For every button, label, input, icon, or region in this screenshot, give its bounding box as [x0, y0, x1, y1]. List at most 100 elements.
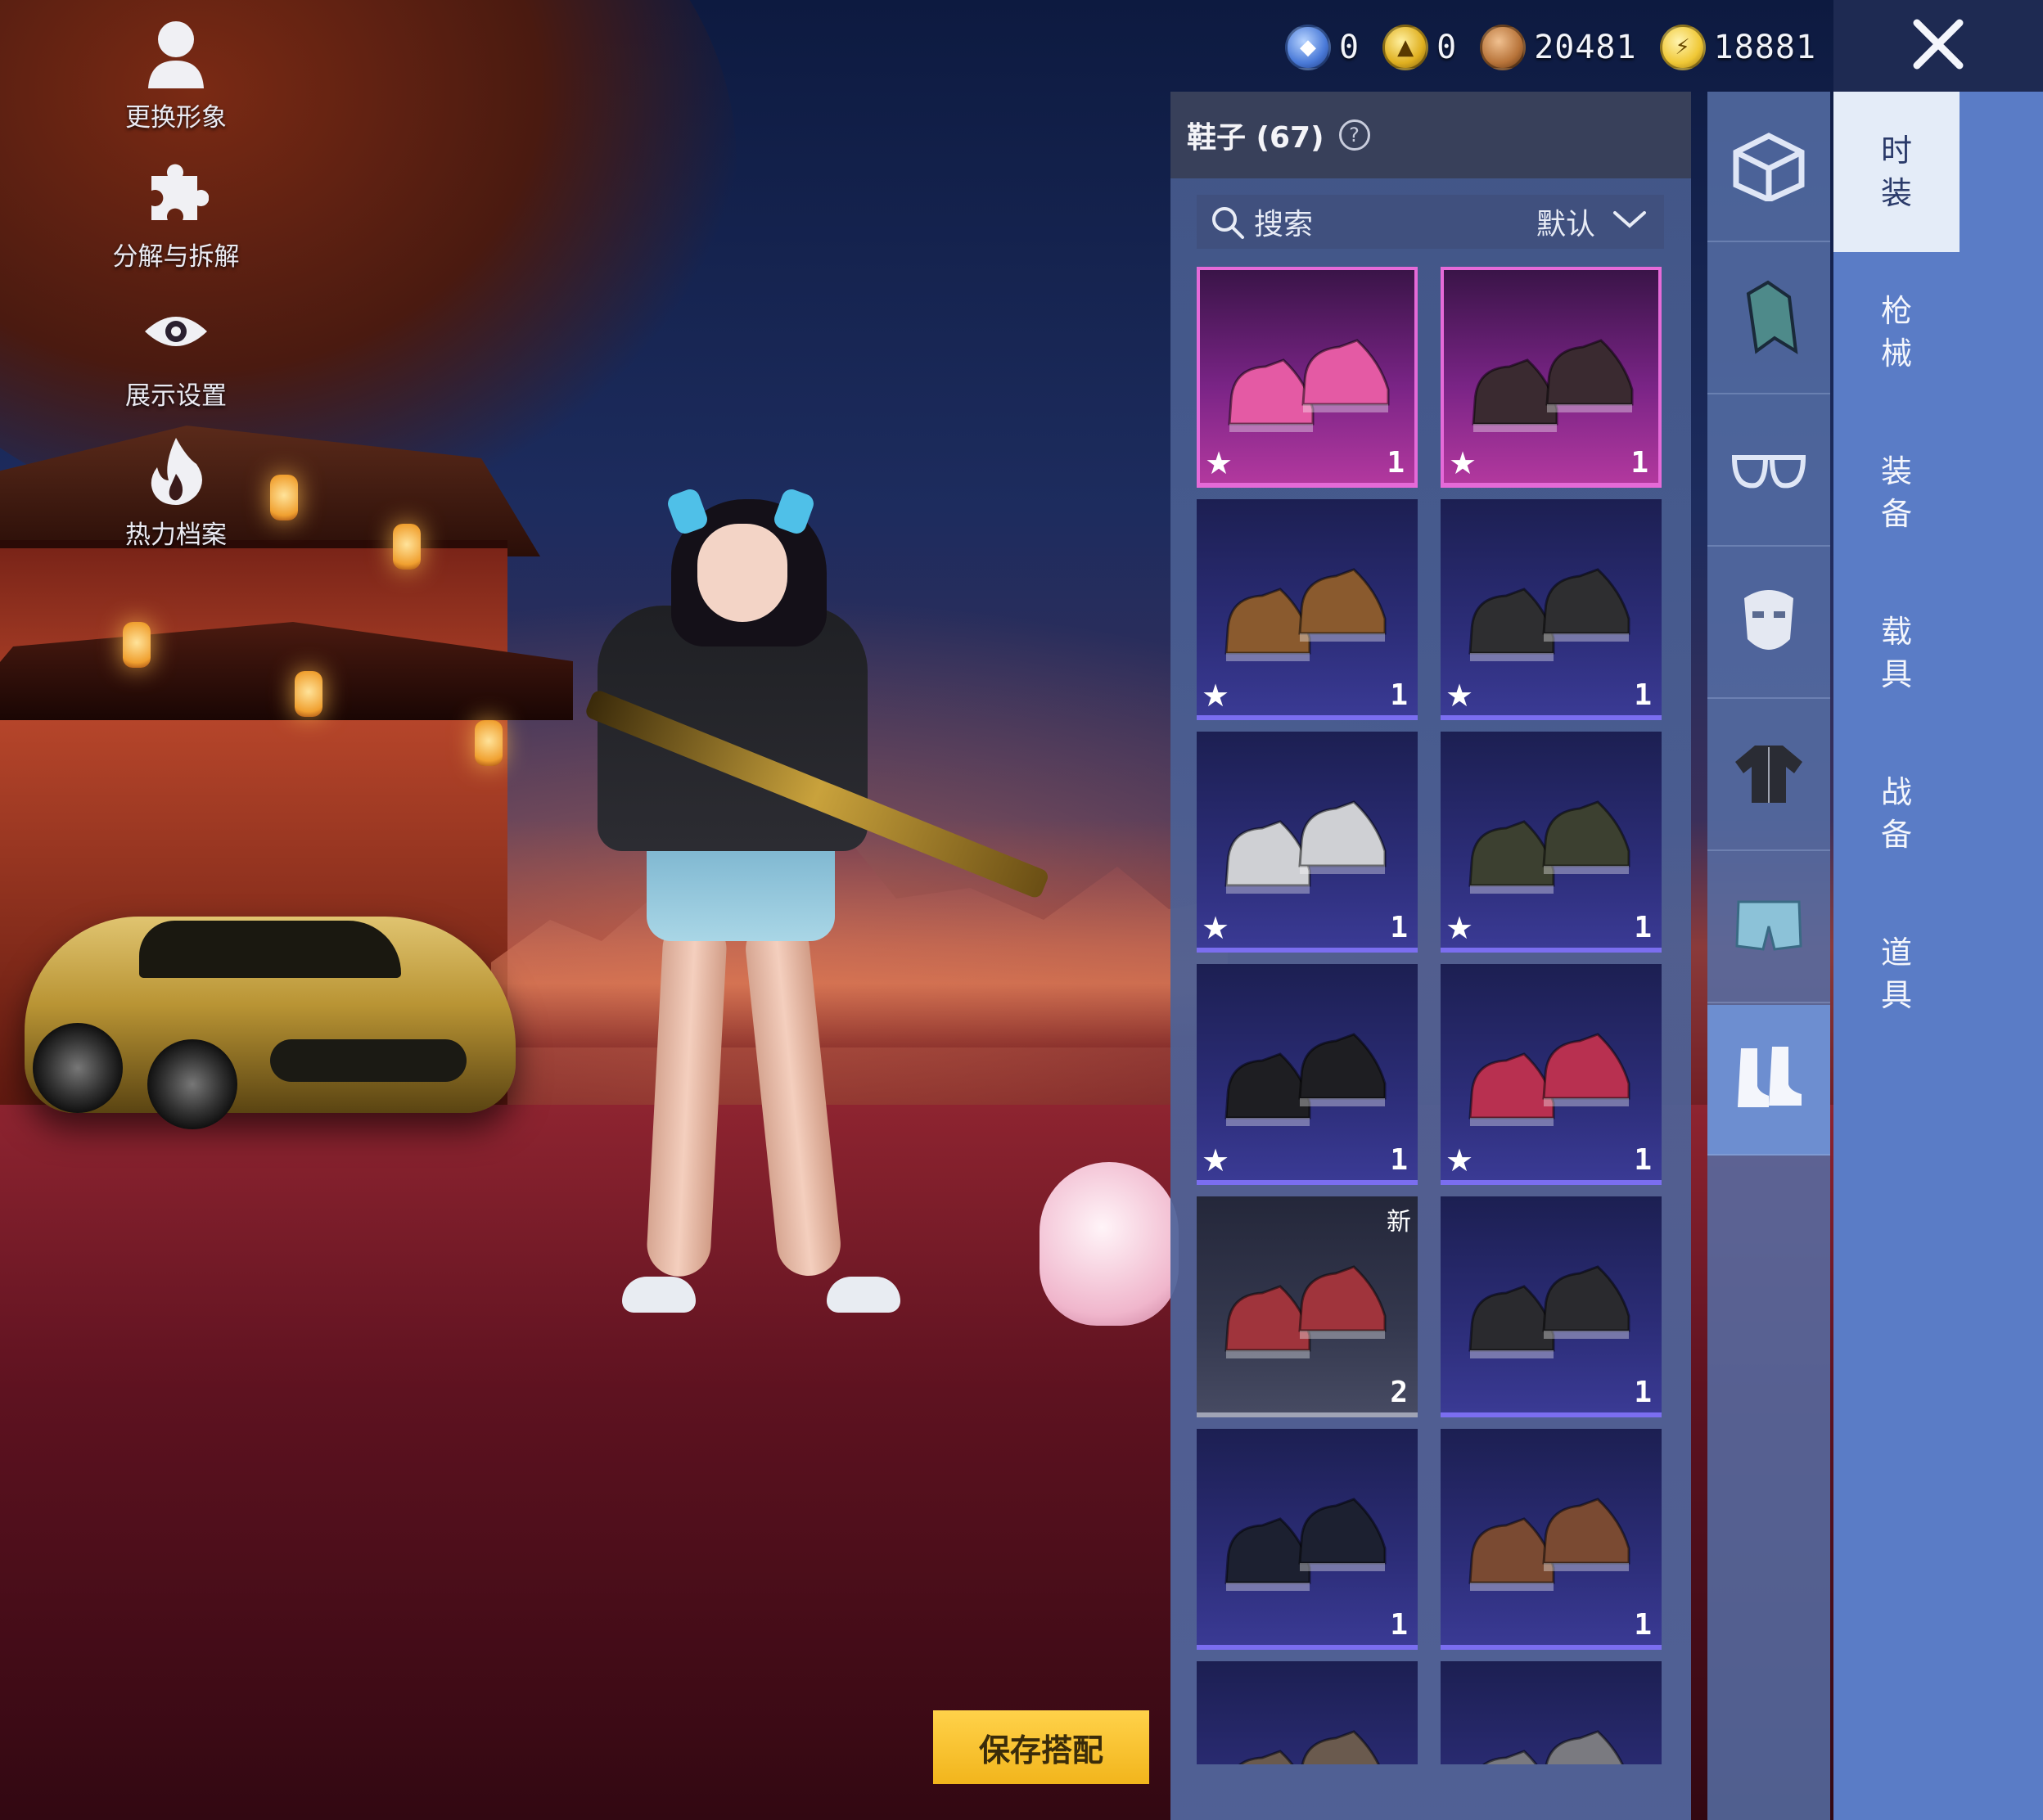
shoe-item-tile[interactable]	[1197, 1661, 1418, 1764]
search-input[interactable]: 搜索	[1197, 195, 1475, 249]
category-backpack[interactable]	[1707, 244, 1830, 394]
panel-title: 鞋子 (67)	[1187, 121, 1324, 155]
favorite-star-icon: ★	[1202, 678, 1230, 714]
category-icon-column	[1707, 92, 1830, 1820]
tab-label: 载具	[1880, 614, 1912, 692]
shoe-image	[1238, 1730, 1380, 1764]
currency-value: 0	[1436, 29, 1458, 66]
change-avatar-button[interactable]: 更换形象	[90, 16, 262, 155]
close-button[interactable]	[1833, 0, 2043, 92]
inventory-panel: 鞋子 (67) ? 搜索 默认 ★ 1 ★ 1 ★ 1 ★ 1 ★ 1 ★ 1 ★ 1 ★ 1 新 2 1 1 1	[1170, 92, 1691, 1820]
help-icon[interactable]: ?	[1338, 119, 1370, 151]
category-shoes[interactable]	[1707, 1005, 1830, 1156]
shoe-item-tile[interactable]: ★ 1	[1441, 964, 1662, 1185]
favorite-star-icon: ★	[1445, 910, 1474, 946]
item-count: 1	[1630, 446, 1648, 480]
item-count: 1	[1390, 1143, 1408, 1177]
tab-label: 装备	[1880, 453, 1912, 532]
heat-archive-label: 热力档案	[125, 520, 227, 550]
shoe-item-tile[interactable]: 1	[1441, 1429, 1662, 1650]
currency-blue-token[interactable]: ◆ 0	[1285, 25, 1360, 70]
shoe-item-tile[interactable]: ★ 1	[1197, 732, 1418, 953]
shoe-item-tile[interactable]	[1441, 1661, 1662, 1764]
item-count: 1	[1390, 678, 1408, 712]
shoe-item-tile[interactable]: 1	[1197, 1429, 1418, 1650]
eye-icon	[139, 295, 213, 368]
shoe-item-tile[interactable]: ★ 1	[1441, 499, 1662, 720]
item-grid: ★ 1 ★ 1 ★ 1 ★ 1 ★ 1 ★ 1 ★ 1 ★ 1 新 2 1 1 1	[1197, 267, 1663, 1764]
puzzle-icon	[139, 155, 213, 229]
shoe-image	[1468, 1033, 1630, 1126]
item-count: 1	[1634, 678, 1652, 712]
shoe-item-tile[interactable]: 新2	[1197, 1196, 1418, 1417]
heat-archive-button[interactable]: 热力档案	[90, 434, 262, 573]
tab-props[interactable]: 道具	[1833, 894, 1960, 1054]
favorite-star-icon: ★	[1205, 445, 1233, 481]
currency-gold-token[interactable]: ▲ 0	[1382, 25, 1457, 70]
shoe-item-tile[interactable]: ★ 1	[1197, 964, 1418, 1185]
currency-value: 18881	[1713, 29, 1817, 66]
car-window	[139, 921, 401, 978]
display-settings-label: 展示设置	[125, 381, 227, 411]
sort-label: 默认	[1536, 208, 1595, 241]
lantern	[123, 622, 151, 668]
item-count: 1	[1390, 911, 1408, 944]
lantern	[295, 671, 322, 717]
tab-weapons[interactable]: 枪械	[1833, 252, 1960, 412]
display-settings-button[interactable]: 展示设置	[90, 295, 262, 434]
shorts-icon	[1734, 897, 1804, 957]
character-shoe	[827, 1277, 900, 1313]
flame-icon	[139, 434, 213, 507]
category-mask[interactable]	[1707, 548, 1830, 699]
category-shorts[interactable]	[1707, 853, 1830, 1003]
shoe-image	[1482, 1730, 1624, 1764]
shoe-item-tile[interactable]: 1	[1441, 1196, 1662, 1417]
category-glasses[interactable]	[1707, 396, 1830, 547]
currency-gold-coin[interactable]: ⚡ 18881	[1659, 25, 1817, 70]
backpack-icon	[1732, 277, 1806, 359]
shoe-image	[1468, 568, 1630, 661]
lantern	[393, 524, 421, 570]
shoe-image	[1224, 800, 1387, 894]
tab-vehicles[interactable]: 载具	[1833, 573, 1960, 733]
shoe-image	[1468, 800, 1630, 894]
bronze-coin-icon	[1480, 25, 1527, 70]
favorite-star-icon: ★	[1445, 678, 1474, 714]
favorite-star-icon: ★	[1202, 1142, 1230, 1178]
car-wheel	[33, 1023, 123, 1113]
search-placeholder: 搜索	[1254, 208, 1314, 241]
dismantle-button[interactable]: 分解与拆解	[90, 155, 262, 295]
category-box[interactable]	[1707, 92, 1830, 242]
shoe-image	[1228, 339, 1390, 432]
shoe-item-tile[interactable]: ★ 1	[1441, 732, 1662, 953]
shoe-item-tile[interactable]: ★ 1	[1197, 267, 1418, 488]
tab-label: 枪械	[1880, 293, 1912, 372]
category-jacket[interactable]	[1707, 701, 1830, 851]
shoe-item-tile[interactable]: ★ 1	[1197, 499, 1418, 720]
search-icon	[1210, 205, 1246, 244]
shoe-image	[1224, 568, 1387, 661]
shoes-icon	[1730, 1043, 1808, 1115]
tab-fashion[interactable]: 时装	[1833, 92, 1960, 252]
tab-label: 道具	[1880, 935, 1912, 1013]
sort-dropdown[interactable]: 默认	[1461, 195, 1664, 249]
currency-value: 20481	[1534, 29, 1637, 66]
dismantle-label: 分解与拆解	[112, 242, 240, 272]
shoe-image	[1468, 1498, 1630, 1591]
item-count: 1	[1634, 1376, 1652, 1409]
side-menu: 更换形象 分解与拆解 展示设置 热力档案	[90, 16, 262, 573]
mask-icon	[1736, 582, 1802, 664]
change-avatar-label: 更换形象	[125, 103, 227, 133]
shoe-image	[1472, 339, 1634, 432]
tab-combat-prep[interactable]: 战备	[1833, 733, 1960, 894]
character-shorts	[647, 843, 835, 941]
currency-bronze-coin[interactable]: 20481	[1480, 25, 1636, 70]
avatar-icon	[139, 16, 213, 90]
car-wheel	[147, 1039, 237, 1129]
favorite-star-icon: ★	[1449, 445, 1477, 481]
shoe-image	[1224, 1265, 1387, 1358]
save-outfit-button[interactable]: 保存搭配	[933, 1710, 1149, 1784]
tab-equipment[interactable]: 装备	[1833, 412, 1960, 573]
glasses-icon	[1728, 444, 1810, 497]
shoe-item-tile[interactable]: ★ 1	[1441, 267, 1662, 488]
